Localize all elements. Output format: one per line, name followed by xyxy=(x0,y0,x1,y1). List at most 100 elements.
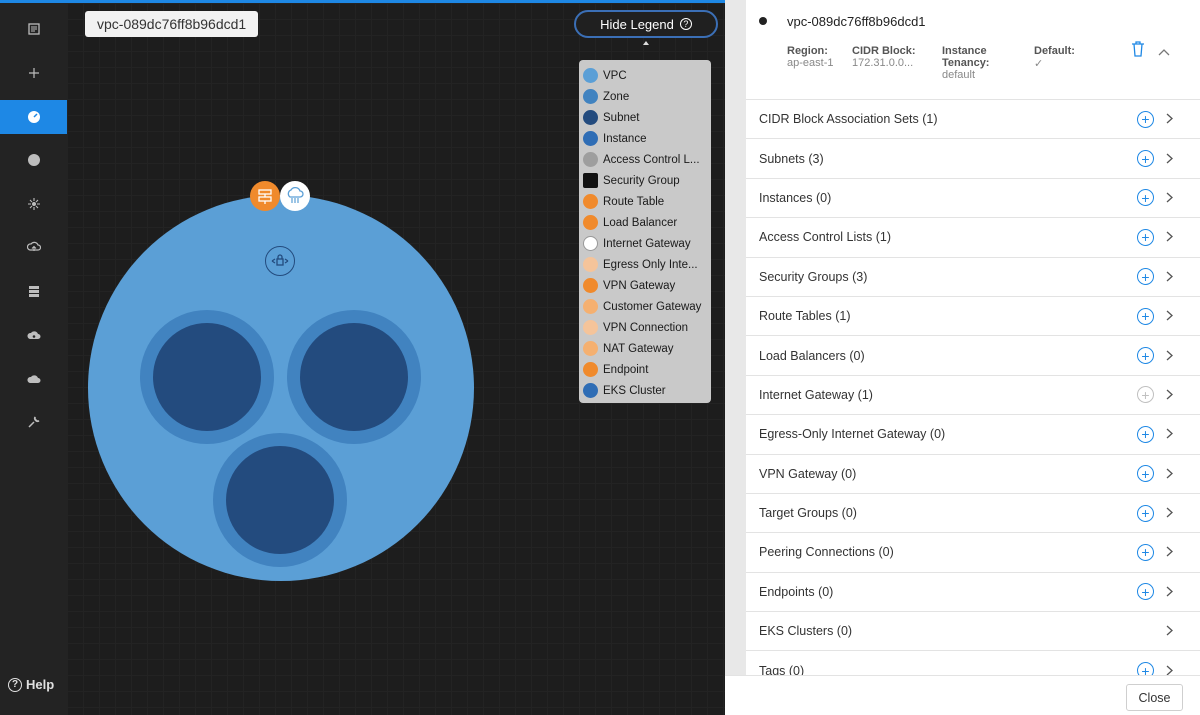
legend-label: NAT Gateway xyxy=(603,342,674,355)
chevron-right-icon[interactable] xyxy=(1166,387,1173,403)
sidebar-nav-button[interactable] xyxy=(0,230,67,264)
chevron-right-icon[interactable] xyxy=(1166,584,1173,600)
acl-icon[interactable] xyxy=(265,246,295,276)
chevron-right-icon[interactable] xyxy=(1166,663,1173,675)
vpc-node[interactable] xyxy=(88,195,474,581)
endpoint-icon xyxy=(583,362,598,377)
legend-label: Internet Gateway xyxy=(603,237,691,250)
vpc-summary-header: vpc-089dc76ff8b96dcd1 Region: ap-east-1 … xyxy=(746,0,1200,100)
chevron-right-icon[interactable] xyxy=(1166,151,1173,167)
subnet-node[interactable] xyxy=(153,323,261,431)
zone-node[interactable] xyxy=(213,433,347,567)
close-button[interactable]: Close xyxy=(1126,684,1183,711)
resource-row[interactable]: Access Control Lists (1) + xyxy=(746,218,1200,258)
add-circle-icon[interactable]: + xyxy=(1137,465,1154,483)
default-value: ✓ xyxy=(1034,58,1044,70)
resource-row[interactable]: Security Groups (3) + xyxy=(746,258,1200,297)
chevron-right-icon[interactable] xyxy=(1166,426,1173,442)
security-group-icon xyxy=(583,173,598,188)
acl-icon xyxy=(583,152,598,167)
resource-row[interactable]: Route Tables (1) + xyxy=(746,297,1200,337)
hide-legend-button[interactable]: Hide Legend ? xyxy=(574,10,718,38)
resource-row-label: Instances (0) xyxy=(759,190,832,205)
vpc-id-tag: vpc-089dc76ff8b96dcd1 xyxy=(85,11,259,37)
resource-row[interactable]: Subnets (3) + xyxy=(746,139,1200,179)
chevron-right-icon[interactable] xyxy=(1166,111,1173,127)
add-circle-icon[interactable]: + xyxy=(1137,425,1154,443)
chevron-up-icon[interactable] xyxy=(1158,43,1170,61)
eks-cluster-icon xyxy=(583,383,598,398)
resource-row[interactable]: CIDR Block Association Sets (1) + xyxy=(746,100,1200,140)
dashboard-icon xyxy=(27,23,40,35)
cloud-upload-icon xyxy=(26,241,41,251)
resource-row[interactable]: Target Groups (0) + xyxy=(746,494,1200,534)
add-circle-icon[interactable]: + xyxy=(1137,347,1154,365)
resource-row[interactable]: Tags (0) + xyxy=(746,651,1200,675)
gauge-icon xyxy=(27,111,40,123)
add-circle-icon[interactable]: + xyxy=(1137,268,1154,286)
tenancy-label: Instance Tenancy: xyxy=(942,45,990,69)
add-circle-icon[interactable]: + xyxy=(1137,307,1154,325)
sidebar-nav-button[interactable] xyxy=(0,318,67,352)
subnet-node[interactable] xyxy=(300,323,408,431)
resource-row[interactable]: Peering Connections (0) + xyxy=(746,533,1200,573)
sidebar-nav-button[interactable] xyxy=(0,187,67,221)
chevron-right-icon[interactable] xyxy=(1166,348,1173,364)
chevron-right-icon[interactable] xyxy=(1166,623,1173,639)
details-panel-content[interactable]: vpc-089dc76ff8b96dcd1 Region: ap-east-1 … xyxy=(746,0,1200,675)
resource-row[interactable]: VPN Gateway (0) + xyxy=(746,455,1200,494)
sidebar-nav-button[interactable] xyxy=(0,274,67,308)
add-circle-icon[interactable]: + xyxy=(1137,504,1154,522)
cidr-meta: CIDR Block: 172.31.0.0... xyxy=(852,45,932,69)
sidebar-nav-button[interactable] xyxy=(0,56,67,90)
help-link[interactable]: ? Help xyxy=(8,677,54,692)
add-circle-icon[interactable]: + xyxy=(1137,189,1154,207)
legend-item: VPN Gateway xyxy=(583,275,711,296)
sidebar-nav-button[interactable] xyxy=(0,100,67,134)
topology-canvas[interactable]: vpc-089dc76ff8b96dcd1 Hide Legend ? VPC Z… xyxy=(67,0,725,715)
chevron-right-icon[interactable] xyxy=(1166,190,1173,206)
legend-label: Subnet xyxy=(603,111,640,124)
resource-row-label: Tags (0) xyxy=(759,663,805,675)
egress-gateway-icon xyxy=(583,257,598,272)
sidebar-nav-button[interactable] xyxy=(0,362,67,396)
zone-node[interactable] xyxy=(287,310,421,444)
resource-row[interactable]: Internet Gateway (1) + xyxy=(746,376,1200,416)
legend-label: Access Control L... xyxy=(603,153,700,166)
add-circle-icon[interactable]: + xyxy=(1137,228,1154,246)
trash-icon[interactable] xyxy=(1131,41,1145,62)
chevron-right-icon[interactable] xyxy=(1166,308,1173,324)
add-circle-icon[interactable]: + xyxy=(1137,543,1154,561)
internet-gateway-icon xyxy=(583,236,598,251)
internet-gateway-icon[interactable] xyxy=(280,181,310,211)
resource-row[interactable]: EKS Clusters (0) xyxy=(746,612,1200,652)
add-circle-icon[interactable]: + xyxy=(1137,150,1154,168)
subnet-node[interactable] xyxy=(226,446,334,554)
region-value: ap-east-1 xyxy=(787,57,834,69)
chevron-right-icon[interactable] xyxy=(1166,544,1173,560)
chevron-right-icon[interactable] xyxy=(1166,269,1173,285)
resource-row[interactable]: Load Balancers (0) + xyxy=(746,336,1200,376)
customer-gateway-icon xyxy=(583,299,598,314)
add-circle-icon[interactable]: + xyxy=(1137,583,1154,601)
resource-row[interactable]: Instances (0) + xyxy=(746,179,1200,219)
legend-label: Zone xyxy=(603,90,630,103)
route-table-icon[interactable] xyxy=(250,181,280,211)
sidebar-nav-button[interactable] xyxy=(0,143,67,177)
resource-row[interactable]: Endpoints (0) + xyxy=(746,573,1200,613)
nat-gateway-icon xyxy=(583,341,598,356)
add-circle-icon[interactable]: + xyxy=(1137,662,1154,675)
status-dot xyxy=(759,17,767,25)
zone-node[interactable] xyxy=(140,310,274,444)
load-balancer-icon xyxy=(583,215,598,230)
sidebar-nav-button[interactable] xyxy=(0,12,67,46)
resource-row-label: VPN Gateway (0) xyxy=(759,466,857,481)
sidebar-nav-button[interactable] xyxy=(0,405,67,439)
resource-row-label: Access Control Lists (1) xyxy=(759,230,891,245)
vpc-icon xyxy=(583,68,598,83)
chevron-right-icon[interactable] xyxy=(1166,466,1173,482)
add-circle-icon[interactable]: + xyxy=(1137,110,1154,128)
chevron-right-icon[interactable] xyxy=(1166,229,1173,245)
resource-row[interactable]: Egress-Only Internet Gateway (0) + xyxy=(746,415,1200,455)
chevron-right-icon[interactable] xyxy=(1166,505,1173,521)
